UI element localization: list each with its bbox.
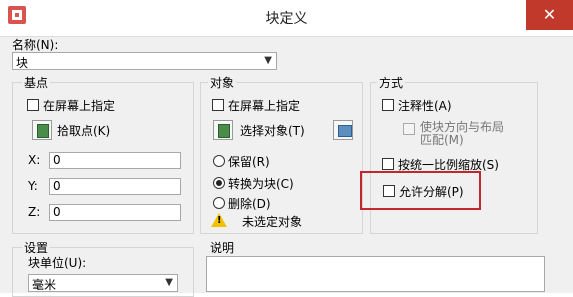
objects-specify-on-screen-label: 在屏幕上指定 — [228, 99, 301, 113]
annotative-label: 注释性(A) — [398, 99, 452, 113]
name-label: 名称(N): — [12, 38, 59, 52]
match-orientation-checkbox[interactable] — [403, 123, 415, 135]
pick-point-icon — [37, 124, 49, 138]
select-objects-label: 选择对象(T) — [240, 124, 305, 138]
window-title: 块定义 — [265, 11, 308, 27]
chevron-down-icon: ▼ — [264, 55, 272, 66]
x-value: 0 — [53, 153, 61, 167]
description-textarea[interactable] — [206, 256, 545, 292]
select-objects-icon — [218, 124, 230, 138]
name-value: 块 — [16, 56, 29, 70]
base-specify-on-screen-checkbox[interactable] — [27, 99, 39, 111]
description-title: 说明 — [208, 239, 237, 256]
warning-icon: ! — [211, 213, 227, 227]
title-bar: 块定义 ✕ — [0, 0, 573, 36]
convert-to-block-radio[interactable] — [213, 177, 225, 189]
convert-to-block-label: 转换为块(C) — [228, 177, 294, 191]
chevron-down-icon: ▼ — [165, 277, 173, 288]
select-objects-button[interactable] — [213, 120, 233, 140]
annotative-checkbox[interactable] — [382, 99, 394, 111]
behavior-title: 方式 — [377, 74, 406, 91]
highlight-box — [360, 171, 481, 210]
retain-label: 保留(R) — [228, 155, 270, 169]
base-point-title: 基点 — [22, 74, 51, 91]
pick-point-button[interactable] — [32, 120, 52, 140]
close-button[interactable]: ✕ — [526, 0, 573, 30]
z-label: Z: — [28, 205, 41, 219]
block-unit-label: 块单位(U): — [28, 256, 87, 270]
name-combobox[interactable]: 块 ▼ — [12, 52, 277, 70]
y-input[interactable]: 0 — [49, 178, 181, 195]
match-orientation-label: 使块方向与布局 匹配(M) — [420, 121, 504, 147]
base-specify-on-screen-label: 在屏幕上指定 — [43, 99, 116, 113]
delete-radio[interactable] — [213, 197, 225, 209]
block-unit-combobox[interactable]: 毫米 ▼ — [28, 274, 178, 292]
z-value: 0 — [53, 205, 61, 219]
objects-title: 对象 — [208, 74, 237, 91]
objects-specify-on-screen-checkbox[interactable] — [212, 99, 224, 111]
pick-point-label: 拾取点(K) — [57, 124, 111, 138]
x-label: X: — [28, 153, 41, 167]
quick-select-button[interactable] — [333, 120, 353, 140]
match-orientation-line2: 匹配(M) — [420, 133, 464, 147]
y-label: Y: — [28, 179, 38, 193]
z-input[interactable]: 0 — [49, 204, 181, 221]
block-unit-value: 毫米 — [32, 278, 57, 292]
y-value: 0 — [53, 179, 61, 193]
scale-uniformly-checkbox[interactable] — [382, 158, 394, 170]
selection-status: 未选定对象 — [242, 215, 303, 229]
x-input[interactable]: 0 — [49, 152, 181, 169]
quick-select-icon — [338, 125, 352, 137]
delete-label: 删除(D) — [228, 197, 271, 211]
retain-radio[interactable] — [213, 155, 225, 167]
